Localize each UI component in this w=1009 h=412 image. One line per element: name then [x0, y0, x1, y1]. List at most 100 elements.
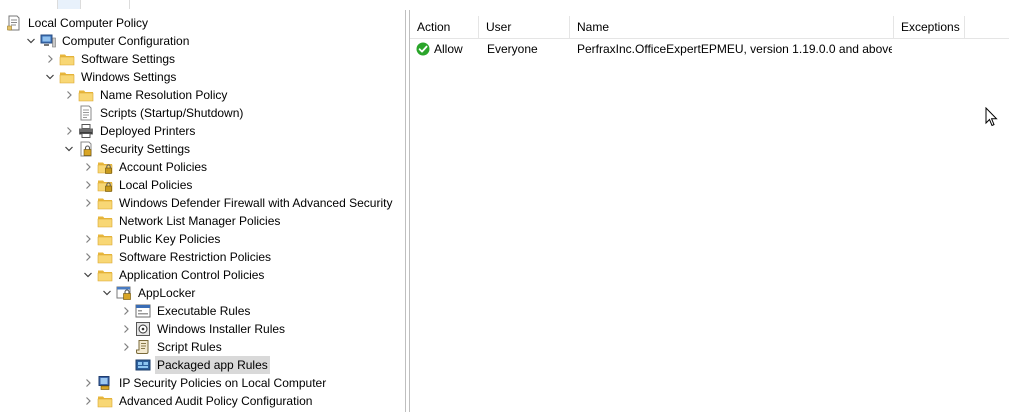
tree-item[interactable]: Packaged app Rules [119, 356, 270, 374]
tree-item[interactable]: Scripts (Startup/Shutdown) [62, 104, 245, 122]
column-header-label: Action [417, 20, 451, 34]
executable-rules-icon [135, 303, 151, 319]
locked-folder-icon [97, 177, 113, 193]
folder-icon [97, 249, 113, 265]
chevron-right-icon[interactable] [81, 374, 95, 392]
chevron-down-icon[interactable] [100, 284, 114, 302]
tree-item[interactable]: Public Key Policies [81, 230, 222, 248]
ip-security-icon [97, 375, 113, 391]
tree-item-label: Script Rules [157, 340, 222, 354]
chevron-right-icon[interactable] [62, 122, 76, 140]
tree-item[interactable]: Computer Configuration [24, 32, 191, 50]
tree-item-label: Executable Rules [157, 304, 251, 318]
tree-item-label: Windows Installer Rules [157, 322, 286, 336]
chevron-right-icon[interactable] [81, 158, 95, 176]
tree-item-label: Name Resolution Policy [100, 88, 228, 102]
tree-item-label: Local Policies [119, 178, 193, 192]
chevron-right-icon[interactable] [81, 230, 95, 248]
tree-item-label: Software Settings [81, 52, 176, 66]
tree-item[interactable]: Script Rules [119, 338, 224, 356]
tree-item[interactable]: Executable Rules [119, 302, 252, 320]
tree-item[interactable]: Security Settings [62, 140, 192, 158]
column-header-label: Exceptions [901, 20, 960, 34]
chevron-down-icon[interactable] [43, 68, 57, 86]
script-rules-icon [135, 339, 151, 355]
chevron-right-icon[interactable] [119, 338, 133, 356]
tree-item-label: Account Policies [119, 160, 208, 174]
mouse-cursor-icon [985, 106, 999, 130]
tree-item[interactable]: Software Settings [43, 50, 177, 68]
tree-item[interactable]: IP Security Policies on Local Computer [81, 374, 328, 392]
tree-item[interactable]: Name Resolution Policy [62, 86, 229, 104]
column-header-exceptions[interactable]: Exceptions [894, 16, 965, 38]
tree-item-label: Public Key Policies [119, 232, 221, 246]
action-value: Allow [434, 42, 463, 56]
folder-icon [97, 393, 113, 409]
tree-item[interactable]: Windows Settings [43, 68, 178, 86]
chevron-right-icon[interactable] [81, 176, 95, 194]
results-pane[interactable]: Action User Name Exceptions Allow Everyo… [410, 10, 1009, 412]
tree-item-label: Application Control Policies [119, 268, 265, 282]
column-header-label: User [486, 20, 512, 34]
tree-item[interactable]: Application Control Policies [81, 266, 266, 284]
tree-item[interactable]: AppLocker [100, 284, 197, 302]
chevron-right-icon[interactable] [62, 86, 76, 104]
table-row[interactable]: Allow Everyone PerfraxInc.OfficeExpertEP… [410, 39, 1009, 59]
column-header-name[interactable]: Name [570, 16, 894, 38]
tree-item[interactable]: Windows Installer Rules [119, 320, 287, 338]
tree-item-label: Scripts (Startup/Shutdown) [100, 106, 244, 120]
exceptions-value [901, 39, 971, 59]
tree-item-label: Windows Defender Firewall with Advanced … [119, 196, 393, 210]
computer-icon [40, 33, 56, 49]
packaged-app-rules-icon [135, 357, 151, 373]
folder-icon [97, 231, 113, 247]
tree-item-label: IP Security Policies on Local Computer [119, 376, 327, 390]
chevron-right-icon[interactable] [81, 194, 95, 212]
tree-item[interactable]: Network List Manager Policies [81, 212, 282, 230]
security-settings-icon [78, 141, 94, 157]
chevron-right-icon[interactable] [119, 302, 133, 320]
tree-item[interactable]: Local Policies [81, 176, 194, 194]
chevron-right-icon[interactable] [81, 392, 95, 410]
allow-check-icon [416, 42, 430, 56]
chevron-right-icon[interactable] [119, 320, 133, 338]
toolbar-segment [81, 0, 130, 9]
tree-item-label: Local Computer Policy [28, 16, 149, 30]
action-cell: Allow [416, 39, 478, 59]
folder-icon [59, 69, 75, 85]
console-tree[interactable]: Local Computer Policy Computer Configurat… [0, 10, 405, 412]
tree-item[interactable]: Account Policies [81, 158, 209, 176]
chevron-right-icon[interactable] [81, 248, 95, 266]
tree-item-label: Software Restriction Policies [119, 250, 272, 264]
chevron-down-icon[interactable] [24, 32, 38, 50]
user-value: Everyone [487, 42, 538, 56]
folder-icon [59, 51, 75, 67]
folder-icon [97, 213, 113, 229]
chevron-right-icon[interactable] [43, 50, 57, 68]
tree-item-label: AppLocker [138, 286, 196, 300]
locked-folder-icon [97, 159, 113, 175]
rule-name-value: PerfraxInc.OfficeExpertEPMEU, version 1.… [577, 42, 892, 56]
tree-item[interactable]: Advanced Audit Policy Configuration [81, 392, 314, 410]
installer-rules-icon [135, 321, 151, 337]
column-header-action[interactable]: Action [410, 16, 479, 38]
toolbar-segment [58, 0, 81, 9]
tree-item[interactable]: Software Restriction Policies [81, 248, 273, 266]
tree-item[interactable]: Deployed Printers [62, 122, 197, 140]
tree-item-label: Security Settings [100, 142, 191, 156]
chevron-down-icon[interactable] [62, 140, 76, 158]
tree-item[interactable]: Windows Defender Firewall with Advanced … [81, 194, 394, 212]
tree-item[interactable]: Local Computer Policy [6, 14, 150, 32]
column-header-label: Name [577, 20, 610, 34]
folder-icon [97, 195, 113, 211]
applocker-icon [116, 285, 132, 301]
script-icon [78, 105, 94, 121]
folder-icon [97, 267, 113, 283]
tree-item-label: Network List Manager Policies [119, 214, 281, 228]
tree-item-label: Computer Configuration [62, 34, 190, 48]
folder-icon [78, 87, 94, 103]
column-header-user[interactable]: User [479, 16, 570, 38]
chevron-down-icon[interactable] [81, 266, 95, 284]
